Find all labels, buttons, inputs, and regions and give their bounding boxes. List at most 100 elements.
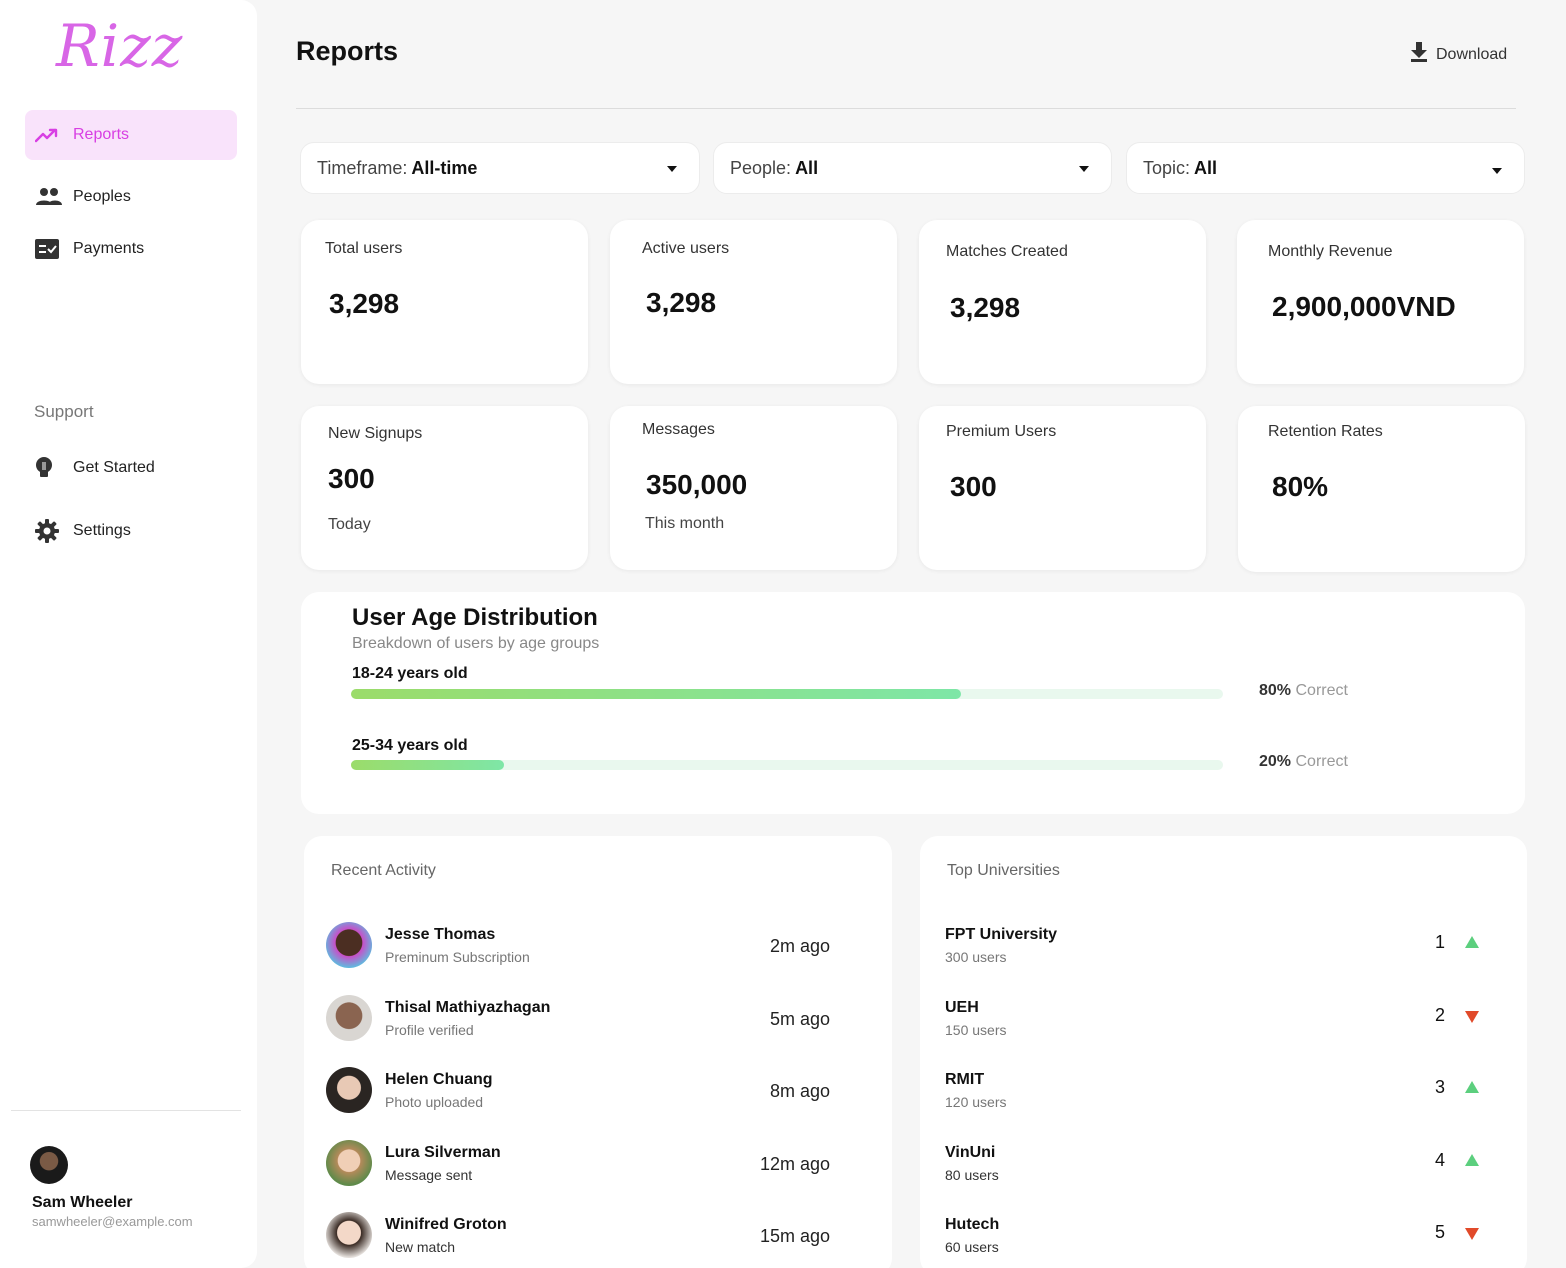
sidebar: Rizz Reports Peoples Payments Support Ge… (0, 0, 257, 1268)
trend-up-icon (1465, 936, 1479, 948)
age-percent: 80% Correct (1259, 682, 1348, 699)
gear-icon (35, 519, 63, 543)
avatar[interactable] (30, 1146, 68, 1184)
activity-time: 2m ago (769, 936, 830, 956)
age-distribution-title: User Age Distribution (352, 604, 598, 631)
university-users: 120 users (945, 1094, 1007, 1110)
caret-down-icon (667, 166, 677, 172)
top-universities-card: Top Universities FPT University 300 user… (920, 836, 1527, 1268)
stat-value: 300 (328, 463, 375, 494)
stat-card-total-users: Total users 3,298 (301, 220, 588, 384)
activity-name: Thisal Mathiyazhagan (385, 999, 551, 1016)
sidebar-item-label: Get Started (73, 459, 155, 476)
stat-value: 350,000 (646, 469, 748, 500)
activity-desc: Message sent (385, 1167, 473, 1183)
age-group-label: 18-24 years old (352, 665, 468, 682)
checklist-icon (35, 237, 63, 261)
filter-label: People: (730, 157, 792, 178)
list-item[interactable]: UEH 150 users 2 (920, 995, 1527, 1055)
list-item[interactable]: Hutech 60 users 5 (920, 1212, 1527, 1268)
activity-desc: Preminum Subscription (385, 949, 530, 965)
sidebar-item-peoples[interactable]: Peoples (25, 172, 237, 222)
stat-value: 3,298 (329, 288, 400, 319)
recent-activity-card: Recent Activity Jesse Thomas Preminum Su… (304, 836, 892, 1268)
stat-label: Monthly Revenue (1268, 243, 1393, 260)
list-item[interactable]: RMIT 120 users 3 (920, 1067, 1527, 1127)
recent-activity-title: Recent Activity (331, 862, 436, 879)
stat-card-retention-rates: Retention Rates 80% (1238, 406, 1525, 572)
university-name: RMIT (945, 1071, 985, 1088)
sidebar-item-reports[interactable]: Reports (25, 110, 237, 160)
age-progress-track (351, 689, 1223, 699)
activity-desc: New match (385, 1239, 456, 1255)
timeframe-filter[interactable]: Timeframe: All-time (300, 142, 700, 194)
stat-label: Matches Created (946, 243, 1068, 260)
sidebar-item-settings[interactable]: Settings (25, 506, 237, 556)
stat-label: Premium Users (946, 423, 1057, 440)
brand-logo[interactable]: Rizz (56, 12, 183, 80)
activity-desc: Profile verified (385, 1022, 474, 1038)
stat-value: 300 (950, 471, 997, 502)
stat-label: Retention Rates (1268, 423, 1383, 440)
stat-value: 3,298 (950, 292, 1021, 323)
activity-time: 12m ago (759, 1154, 830, 1174)
stat-label: Total users (325, 240, 403, 257)
avatar (326, 1067, 372, 1113)
sidebar-item-get-started[interactable]: Get Started (25, 443, 237, 493)
user-name: Sam Wheeler (32, 1194, 133, 1211)
avatar (326, 995, 372, 1041)
filter-label: Topic: (1143, 157, 1191, 178)
sidebar-item-label: Peoples (73, 188, 131, 205)
user-email: samwheeler@example.com (32, 1214, 193, 1229)
age-progress-fill (351, 689, 962, 699)
activity-name: Jesse Thomas (385, 926, 496, 943)
age-progress-track (351, 760, 1223, 770)
age-group-label: 25-34 years old (352, 737, 468, 754)
list-item[interactable]: Jesse Thomas Preminum Subscription 2m ag… (304, 922, 892, 982)
stat-label: Active users (642, 240, 730, 257)
university-rank: 3 (1434, 1077, 1445, 1097)
list-item[interactable]: Winifred Groton New match 15m ago (304, 1212, 892, 1268)
university-name: FPT University (945, 926, 1058, 943)
top-universities-title: Top Universities (947, 862, 1060, 879)
stat-value: 80% (1272, 471, 1329, 502)
list-item[interactable]: FPT University 300 users 1 (920, 922, 1527, 982)
avatar (326, 1212, 372, 1258)
university-name: Hutech (945, 1216, 1000, 1233)
list-item[interactable]: VinUni 80 users 4 (920, 1140, 1527, 1200)
stat-card-messages: Messages 350,000 This month (610, 406, 897, 570)
filter-value: All (795, 157, 819, 178)
age-distribution-subtitle: Breakdown of users by age groups (352, 635, 600, 652)
caret-down-icon (1492, 168, 1502, 174)
sidebar-item-payments[interactable]: Payments (25, 224, 237, 274)
stat-value: 3,298 (646, 287, 717, 318)
header-divider (296, 108, 1516, 109)
activity-desc: Photo uploaded (385, 1094, 484, 1110)
university-rank: 2 (1434, 1005, 1445, 1025)
list-item[interactable]: Helen Chuang Photo uploaded 8m ago (304, 1067, 892, 1127)
download-icon (1410, 42, 1428, 67)
sidebar-item-label: Settings (73, 522, 131, 539)
stat-label: Messages (642, 421, 715, 438)
stat-label: New Signups (328, 425, 423, 442)
trend-down-icon (1465, 1011, 1479, 1023)
list-item[interactable]: Lura Silverman Message sent 12m ago (304, 1140, 892, 1200)
filter-value: All-time (411, 157, 478, 178)
topic-filter[interactable]: Topic: All (1126, 142, 1525, 194)
download-label: Download (1436, 45, 1508, 63)
download-button[interactable]: Download (1410, 42, 1507, 67)
stat-card-new-signups: New Signups 300 Today (301, 406, 588, 570)
trend-up-icon (1465, 1081, 1479, 1093)
university-name: VinUni (945, 1144, 996, 1161)
activity-name: Winifred Groton (385, 1216, 507, 1233)
university-rank: 5 (1434, 1222, 1445, 1242)
support-section-label: Support (34, 402, 94, 421)
trend-up-icon (1465, 1154, 1479, 1166)
university-users: 60 users (945, 1239, 999, 1255)
university-users: 150 users (945, 1022, 1007, 1038)
trend-down-icon (1465, 1228, 1479, 1240)
age-distribution-card: User Age Distribution Breakdown of users… (301, 592, 1525, 814)
list-item[interactable]: Thisal Mathiyazhagan Profile verified 5m… (304, 995, 892, 1055)
people-filter[interactable]: People: All (713, 142, 1112, 194)
university-users: 300 users (945, 949, 1007, 965)
